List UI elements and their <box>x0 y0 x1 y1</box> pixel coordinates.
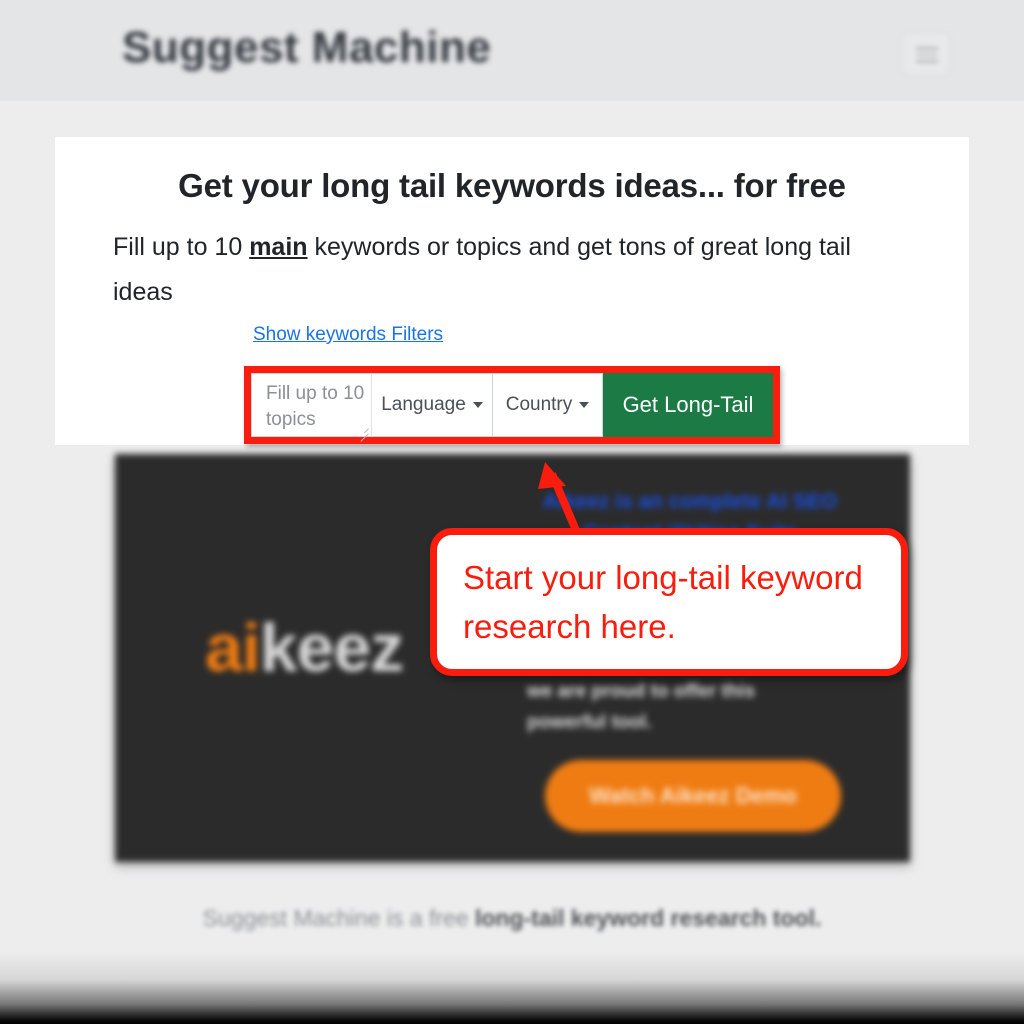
promo-body-text: we are proud to offer this powerful tool… <box>527 681 756 733</box>
search-form-highlight-box: Fill up to 10 topics Language Country Ge… <box>244 366 780 444</box>
topics-placeholder-text: Fill up to 10 topics <box>266 383 365 430</box>
site-header: Suggest Machine <box>0 0 1024 101</box>
get-long-tail-button[interactable]: Get Long-Tail <box>603 373 773 437</box>
language-dropdown[interactable]: Language <box>372 373 493 437</box>
hamburger-bar <box>916 47 938 50</box>
footer-tagline-before: Suggest Machine is a free <box>202 905 475 931</box>
hero-subtitle-emphasis: main <box>249 233 308 261</box>
chevron-down-icon <box>579 402 590 408</box>
search-form: Fill up to 10 topics Language Country Ge… <box>251 373 773 442</box>
footer-tagline-bold: long-tail keyword research tool. <box>474 905 822 931</box>
aikeez-logo-secondary: keez <box>259 610 404 686</box>
bottom-fade-overlay <box>0 952 1024 1024</box>
hero-subtitle: Fill up to 10 main keywords or topics an… <box>113 225 913 315</box>
callout-box: Start your long-tail keyword research he… <box>430 528 908 676</box>
page-title: Get your long tail keywords ideas... for… <box>178 167 846 204</box>
chevron-down-icon <box>472 402 483 408</box>
aikeez-logo: aikeez <box>205 609 404 687</box>
callout-text: Start your long-tail keyword research he… <box>463 559 863 645</box>
aikeez-logo-primary: ai <box>205 610 261 686</box>
watch-demo-button[interactable]: Watch Aikeez Demo <box>545 760 841 832</box>
hamburger-menu-icon[interactable] <box>902 33 950 75</box>
site-title: Suggest Machine <box>122 23 492 72</box>
page-root: Suggest Machine Get your long tail keywo… <box>0 0 1024 1024</box>
hero-subtitle-before: Fill up to 10 <box>113 233 250 261</box>
country-dropdown-label: Country <box>505 394 573 415</box>
resize-grip-icon[interactable] <box>358 424 369 442</box>
country-dropdown[interactable]: Country <box>493 373 603 437</box>
topics-input[interactable]: Fill up to 10 topics <box>251 373 372 442</box>
footer-tagline: Suggest Machine is a free long-tail keyw… <box>0 905 1024 932</box>
hamburger-bar <box>916 53 938 57</box>
language-dropdown-label: Language <box>381 394 466 415</box>
show-keywords-filters-link[interactable]: Show keywords Filters <box>253 324 443 346</box>
hamburger-bar <box>916 60 938 63</box>
